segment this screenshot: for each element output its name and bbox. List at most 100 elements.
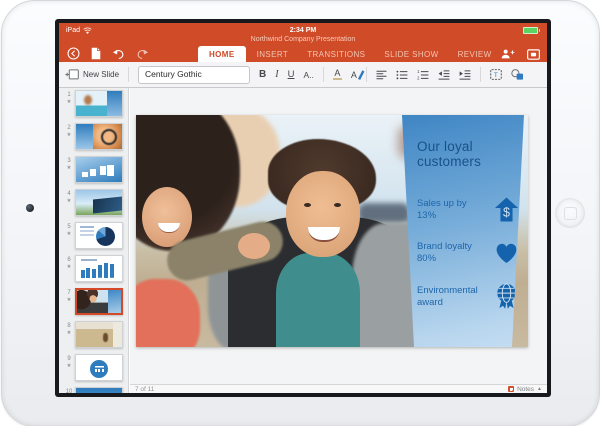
file-icon[interactable] [91, 47, 101, 60]
slide-number: 4 [67, 191, 71, 197]
slide-thumbnail[interactable] [75, 189, 123, 216]
slide-bullet[interactable]: Brand loyalty 80% [417, 241, 519, 264]
footer-bar: 7 of 11 Notes ▲ [130, 384, 547, 393]
animation-star-icon: ★ [66, 363, 72, 369]
clock: 2:34 PM [289, 27, 317, 34]
slide-number: 1 [67, 92, 71, 98]
slide-number: 9 [67, 356, 71, 362]
toolbar-divider [322, 67, 324, 82]
share-icon[interactable] [501, 48, 515, 60]
slide-title[interactable]: Our loyal customers [417, 139, 505, 169]
photo-woman-sleeve [136, 279, 200, 347]
bullet-list-button[interactable] [396, 70, 408, 80]
document-title: Northwind Company Presentation [250, 36, 356, 43]
ipad-device-frame: iPad 2:34 PM Northwind Company Presentat… [1, 0, 600, 426]
slide-thumbnail[interactable] [75, 321, 123, 348]
slide-thumbnail-item[interactable]: 1 ★ [63, 90, 128, 117]
svg-text:2: 2 [417, 75, 420, 80]
slide-thumbnail-item[interactable]: 4 ★ [63, 189, 128, 216]
slide-thumbnail-item[interactable]: 8 ★ [63, 321, 128, 348]
photo-man-eye [334, 203, 341, 207]
slide-bullet[interactable]: Environmental award [417, 283, 519, 310]
font-name-select[interactable]: Century Gothic [138, 65, 251, 84]
photo-man-face [286, 171, 360, 257]
svg-text:1: 1 [417, 70, 420, 74]
svg-text:T: T [494, 72, 498, 79]
svg-text:$: $ [503, 206, 510, 220]
slide-thumbnail[interactable] [75, 387, 123, 393]
animation-star-icon: ★ [66, 165, 72, 171]
home-button-glyph [564, 207, 577, 220]
photo-woman-hand [238, 233, 270, 259]
italic-button[interactable]: I [275, 69, 278, 80]
camera-icon [26, 204, 34, 212]
photo-woman-face [142, 187, 192, 247]
status-bar: iPad 2:34 PM [59, 23, 547, 36]
numbered-list-button[interactable]: 1 2 [417, 70, 429, 80]
heart-icon [496, 243, 517, 264]
slide-thumbnail-item[interactable]: 10★ [63, 387, 128, 393]
slide-thumbnail[interactable] [75, 288, 123, 315]
slide-thumbnail-panel[interactable]: 1 ★ 2 ★ 3 ★ 4 ★ 5 ★ 6 ★ 7 ★ 8 ★ 9 ★ 10 [59, 88, 129, 393]
slide-number: 2 [67, 125, 71, 131]
slide-thumbnail-item[interactable]: 5 ★ [63, 222, 128, 249]
formatting-toolbar: New Slide Century Gothic B I U A.. A A 1… [59, 62, 547, 88]
animation-star-icon: ★ [66, 330, 72, 336]
undo-icon[interactable] [112, 48, 125, 60]
slide-thumbnail[interactable] [75, 123, 123, 150]
slide-thumbnail-item[interactable]: 9 ★ [63, 354, 128, 381]
animation-star-icon: ★ [66, 99, 72, 105]
slide-thumbnail-item[interactable]: 3 ★ [63, 156, 128, 183]
slide-thumbnail-item[interactable]: 6 ★ [63, 255, 128, 282]
photo-man-shirt [276, 253, 360, 347]
outdent-button[interactable] [438, 69, 450, 80]
indent-button[interactable] [459, 69, 471, 80]
text-box-button[interactable]: T [490, 69, 502, 80]
screenshot-stage: iPad 2:34 PM Northwind Company Presentat… [0, 0, 600, 426]
current-slide[interactable]: Our loyal customers Sales up by 13% $ Br… [136, 115, 528, 347]
underline-button[interactable]: U [288, 69, 295, 80]
align-button[interactable] [376, 70, 387, 80]
animation-star-icon: ★ [66, 198, 72, 204]
text-effects-button[interactable]: A [351, 70, 365, 80]
slide-thumbnail-item[interactable]: 2 ★ [63, 123, 128, 150]
present-icon[interactable] [527, 48, 540, 60]
redo-icon[interactable] [136, 48, 149, 60]
font-color-button[interactable]: A [332, 68, 342, 81]
slide-thumbnail[interactable] [75, 156, 123, 183]
animation-star-icon: ★ [66, 297, 72, 303]
pen-icon [357, 69, 365, 80]
notes-button[interactable]: Notes ▲ [508, 386, 542, 393]
powerpoint-app: iPad 2:34 PM Northwind Company Presentat… [59, 23, 547, 393]
home-button[interactable] [555, 198, 585, 228]
back-icon[interactable] [67, 47, 80, 60]
animation-star-icon: ★ [66, 264, 72, 270]
slide-thumbnail[interactable] [75, 354, 123, 381]
slide-thumbnail-item-selected[interactable]: 7 ★ [63, 288, 128, 315]
slide-thumbnail[interactable] [75, 255, 123, 282]
slide-number: 3 [67, 158, 71, 164]
font-size-button[interactable]: A.. [303, 70, 313, 80]
slide-number: 5 [67, 224, 71, 230]
notes-icon [508, 386, 515, 392]
animation-star-icon: ★ [66, 231, 72, 237]
ribbon: iPad 2:34 PM Northwind Company Presentat… [59, 23, 547, 64]
slide-thumbnail[interactable] [75, 222, 123, 249]
slide-number: 7 [67, 290, 71, 296]
shapes-button[interactable] [511, 69, 524, 80]
slide-number: 10 [65, 389, 73, 393]
font-color-swatch [332, 77, 342, 81]
slide-bullet[interactable]: Sales up by 13% $ [417, 197, 519, 222]
notes-label: Notes [517, 385, 535, 393]
toolbar-divider [479, 67, 481, 82]
page-indicator: 7 of 11 [135, 385, 155, 393]
dollar-arrow-icon: $ [494, 197, 519, 222]
new-slide-button[interactable]: New Slide [65, 69, 119, 80]
bold-button[interactable]: B [259, 69, 266, 80]
notes-collapse-icon: ▲ [537, 386, 542, 392]
slide-number: 6 [67, 257, 71, 263]
slide-thumbnail[interactable] [75, 90, 123, 117]
photo-man-eye [304, 203, 311, 207]
toolbar-divider [128, 67, 130, 82]
nav-left-icons [67, 47, 149, 60]
